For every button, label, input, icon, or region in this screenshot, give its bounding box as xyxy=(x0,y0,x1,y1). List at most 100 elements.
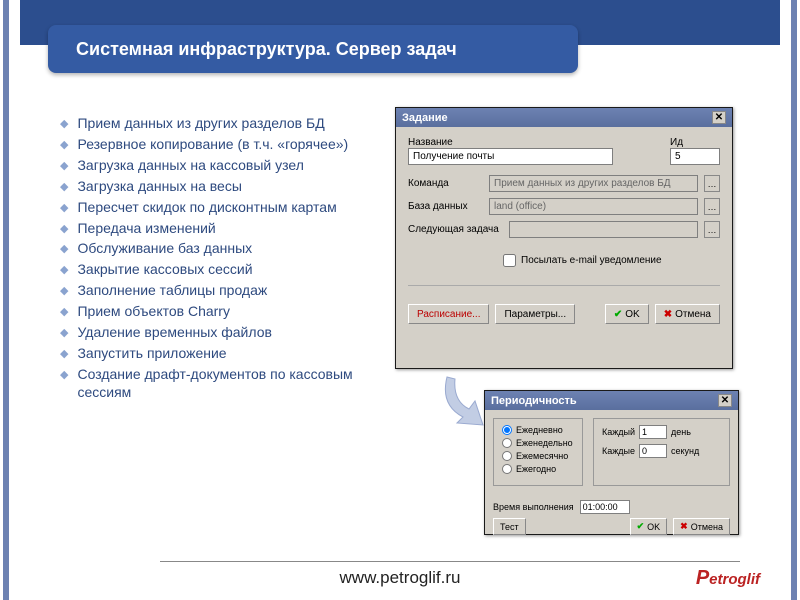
check-icon: ✔ xyxy=(637,521,645,532)
close-icon[interactable]: ✕ xyxy=(712,111,726,124)
bullet-text: Прием данных из других разделов БД xyxy=(77,115,324,133)
list-item: ◆ Обслуживание баз данных xyxy=(60,240,360,258)
deco-stripe-right xyxy=(791,0,797,600)
radio-label: Ежегодно xyxy=(516,464,556,474)
task-dialog: Задание ✕ Название Ид Команда … База д xyxy=(395,107,733,369)
arrow-icon xyxy=(435,375,485,430)
id-field[interactable] xyxy=(670,148,720,165)
list-item: ◆Создание драфт-документов по кассовым с… xyxy=(60,366,360,402)
time-field[interactable] xyxy=(580,500,630,514)
every-n-unit: день xyxy=(671,427,691,437)
radio-label: Ежедневно xyxy=(516,425,563,435)
logo-p: P xyxy=(696,567,709,589)
bullet-text: Загрузка данных на кассовый узел xyxy=(77,157,303,175)
next-field[interactable] xyxy=(509,221,698,238)
dialog-titlebar[interactable]: Задание ✕ xyxy=(396,108,732,127)
slide: Системная инфраструктура. Сервер задач ◆… xyxy=(0,0,800,600)
db-browse-button[interactable]: … xyxy=(704,198,720,215)
separator xyxy=(408,285,720,286)
command-label: Команда xyxy=(408,178,483,189)
bullet-text: Запустить приложение xyxy=(77,345,226,363)
brand-logo: Petroglif xyxy=(696,567,760,590)
ok-button[interactable]: ✔OK xyxy=(630,518,668,535)
time-label: Время выполнения xyxy=(493,502,574,512)
bullet-text: Резервное копирование (в т.ч. «горячее») xyxy=(77,136,348,154)
bullet-icon: ◆ xyxy=(60,261,68,279)
ok-button[interactable]: ✔OK xyxy=(605,304,649,324)
every-n-field[interactable] xyxy=(639,425,667,439)
cancel-button[interactable]: ✖Отмена xyxy=(673,518,730,535)
list-item: ◆ Передача изменений xyxy=(60,220,360,238)
footer-separator xyxy=(160,561,740,562)
bullet-text: Прием объектов Charry xyxy=(77,303,230,321)
id-label: Ид xyxy=(670,137,683,148)
list-item: ◆ Заполнение таблицы продаж xyxy=(60,282,360,300)
list-item: ◆ Загрузка данных на весы xyxy=(60,178,360,196)
schedule-button[interactable]: Расписание... xyxy=(408,304,489,324)
bullet-icon: ◆ xyxy=(60,199,68,217)
test-button[interactable]: Тест xyxy=(493,518,526,535)
bullet-icon: ◆ xyxy=(60,345,68,363)
list-item: ◆ Прием данных из других разделов БД xyxy=(60,115,360,133)
dialog-titlebar[interactable]: Периодичность ✕ xyxy=(485,391,738,410)
deco-stripe-left xyxy=(3,0,9,600)
email-checkbox-label: Посылать e-mail уведомление xyxy=(521,255,662,266)
dialog-title: Задание xyxy=(402,112,448,124)
bullet-list: ◆ Прием данных из других разделов БД ◆ Рез… xyxy=(60,115,360,405)
next-label: Следующая задача xyxy=(408,224,503,235)
bullet-icon: ◆ xyxy=(60,324,68,342)
dialog-title: Периодичность xyxy=(491,395,577,407)
params-button[interactable]: Параметры... xyxy=(495,304,575,324)
bullet-icon: ◆ xyxy=(60,303,68,321)
frequency-group: Ежедневно Еженедельно Ежемесячно Ежегодн… xyxy=(493,418,583,486)
interval-group: Каждый день Каждые секунд xyxy=(593,418,730,486)
radio-yearly[interactable] xyxy=(502,464,512,474)
bullet-text: Пересчет скидок по дисконтным картам xyxy=(77,199,336,217)
ok-label: OK xyxy=(647,522,660,532)
radio-daily[interactable] xyxy=(502,425,512,435)
radio-label: Ежемесячно xyxy=(516,451,568,461)
bullet-icon: ◆ xyxy=(60,178,68,196)
bullet-text: Обслуживание баз данных xyxy=(77,240,252,258)
list-item: ◆ Загрузка данных на кассовый узел xyxy=(60,157,360,175)
every-n-label: Каждый xyxy=(602,427,635,437)
close-icon[interactable]: ✕ xyxy=(718,394,732,407)
bullet-icon: ◆ xyxy=(60,136,68,154)
db-field[interactable] xyxy=(489,198,698,215)
cross-icon: ✖ xyxy=(664,309,672,320)
bullet-text: Загрузка данных на весы xyxy=(77,178,241,196)
name-field[interactable] xyxy=(408,148,613,165)
radio-weekly[interactable] xyxy=(502,438,512,448)
every-s-unit: секунд xyxy=(671,446,699,456)
bullet-icon: ◆ xyxy=(60,115,68,133)
command-browse-button[interactable]: … xyxy=(704,175,720,192)
cancel-label: Отмена xyxy=(675,309,711,320)
bullet-icon: ◆ xyxy=(60,240,68,258)
slide-title: Системная инфраструктура. Сервер задач xyxy=(48,25,578,73)
radio-monthly[interactable] xyxy=(502,451,512,461)
bullet-icon: ◆ xyxy=(60,282,68,300)
radio-label: Еженедельно xyxy=(516,438,573,448)
next-browse-button[interactable]: … xyxy=(704,221,720,238)
email-checkbox[interactable] xyxy=(503,254,516,267)
bullet-icon: ◆ xyxy=(60,157,68,175)
bullet-text: Заполнение таблицы продаж xyxy=(77,282,267,300)
bullet-text: Удаление временных файлов xyxy=(77,324,271,342)
cross-icon: ✖ xyxy=(680,521,688,532)
bullet-text: Закрытие кассовых сессий xyxy=(77,261,252,279)
list-item: ◆ Прием объектов Charry xyxy=(60,303,360,321)
cancel-label: Отмена xyxy=(691,522,723,532)
bullet-icon: ◆ xyxy=(60,220,68,238)
list-item: ◆ Запустить приложение xyxy=(60,345,360,363)
bullet-text: Создание драфт-документов по кассовым се… xyxy=(77,366,360,402)
every-s-field[interactable] xyxy=(639,444,667,458)
list-item: ◆ Резервное копирование (в т.ч. «горячее»… xyxy=(60,136,360,154)
footer-url: www.petroglif.ru xyxy=(0,568,800,588)
bullet-text: Передача изменений xyxy=(77,220,215,238)
logo-rest: etroglif xyxy=(709,571,760,588)
cancel-button[interactable]: ✖Отмена xyxy=(655,304,720,324)
list-item: ◆ Удаление временных файлов xyxy=(60,324,360,342)
list-item: ◆ Закрытие кассовых сессий xyxy=(60,261,360,279)
check-icon: ✔ xyxy=(614,309,622,320)
command-field[interactable] xyxy=(489,175,698,192)
